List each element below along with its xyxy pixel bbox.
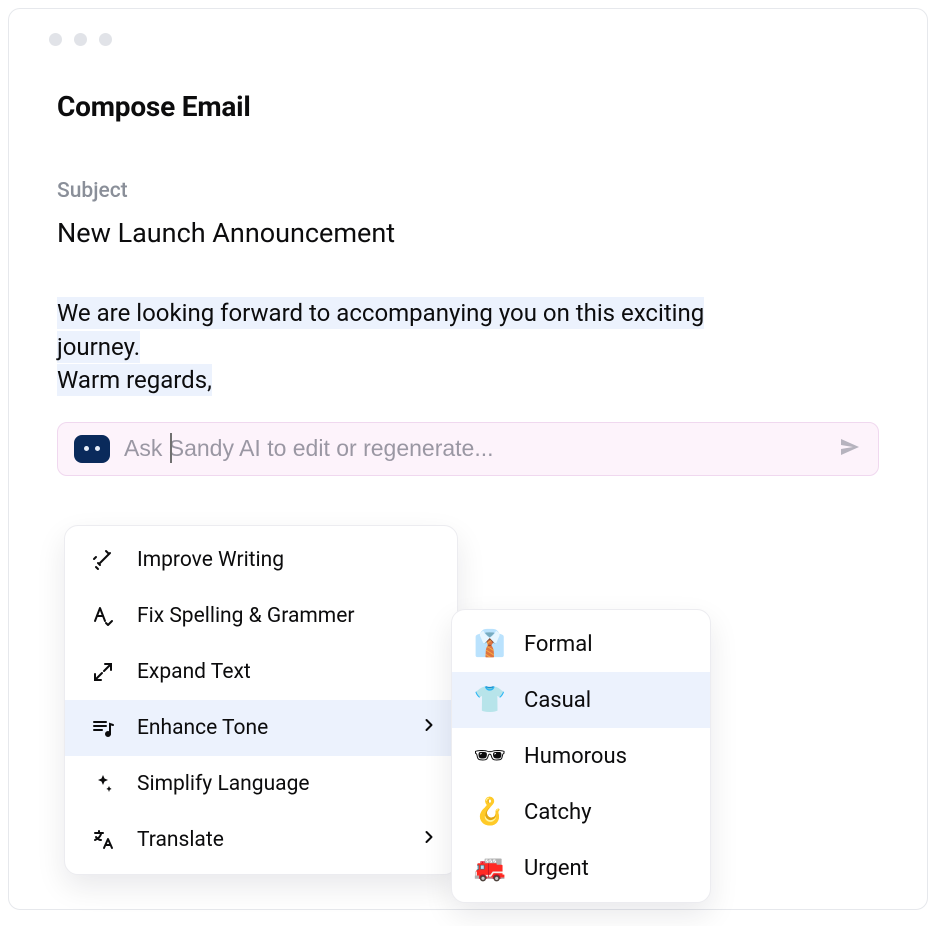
menu-item-simplify-language[interactable]: Simplify Language bbox=[65, 756, 457, 812]
compose-window: Compose Email Subject New Launch Announc… bbox=[8, 8, 928, 910]
window-minimize-dot[interactable] bbox=[74, 33, 87, 46]
tshirt-icon: 👕 bbox=[474, 684, 506, 716]
menu-label: Simplify Language bbox=[137, 772, 439, 796]
necktie-icon: 👔 bbox=[474, 628, 506, 660]
menu-label: Expand Text bbox=[137, 660, 439, 684]
page-title: Compose Email bbox=[57, 90, 879, 123]
ai-prompt-bar bbox=[57, 422, 879, 476]
send-icon[interactable] bbox=[838, 435, 862, 463]
hook-icon: 🪝 bbox=[474, 796, 506, 828]
translate-icon bbox=[89, 826, 117, 854]
ai-actions-menu: Improve Writing Fix Spelling & Grammer E… bbox=[64, 525, 458, 875]
chevron-right-icon bbox=[419, 827, 439, 853]
selected-text-line1: We are looking forward to accompanying y… bbox=[57, 297, 704, 329]
tone-option-humorous[interactable]: 🕶 Humorous bbox=[452, 728, 710, 784]
menu-item-enhance-tone[interactable]: Enhance Tone bbox=[65, 700, 457, 756]
tone-label: Humorous bbox=[524, 744, 627, 769]
sunglasses-icon: 🕶 bbox=[474, 740, 506, 772]
chevron-right-icon bbox=[419, 715, 439, 741]
expand-arrows-icon bbox=[89, 658, 117, 686]
menu-item-improve-writing[interactable]: Improve Writing bbox=[65, 532, 457, 588]
magic-wand-icon bbox=[89, 546, 117, 574]
subject-input[interactable]: New Launch Announcement bbox=[57, 217, 879, 249]
ai-avatar-icon bbox=[74, 435, 110, 463]
ai-prompt-input[interactable] bbox=[124, 435, 824, 462]
email-body[interactable]: We are looking forward to accompanying y… bbox=[57, 297, 879, 398]
menu-label: Improve Writing bbox=[137, 548, 439, 572]
menu-label: Translate bbox=[137, 828, 399, 852]
menu-label: Enhance Tone bbox=[137, 716, 399, 740]
tone-label: Casual bbox=[524, 688, 591, 713]
menu-item-expand-text[interactable]: Expand Text bbox=[65, 644, 457, 700]
spellcheck-icon bbox=[89, 602, 117, 630]
tone-option-catchy[interactable]: 🪝 Catchy bbox=[452, 784, 710, 840]
menu-label: Fix Spelling & Grammer bbox=[137, 604, 439, 628]
sparkles-icon bbox=[89, 770, 117, 798]
selected-text-line3: Warm regards, bbox=[57, 364, 212, 396]
tone-label: Formal bbox=[524, 632, 593, 657]
tone-label: Urgent bbox=[524, 856, 589, 881]
tone-notes-icon bbox=[89, 714, 117, 742]
menu-item-fix-spelling[interactable]: Fix Spelling & Grammer bbox=[65, 588, 457, 644]
subject-label: Subject bbox=[57, 179, 879, 203]
tone-option-urgent[interactable]: 🚒 Urgent bbox=[452, 840, 710, 896]
window-close-dot[interactable] bbox=[49, 33, 62, 46]
text-cursor bbox=[170, 433, 172, 463]
window-zoom-dot[interactable] bbox=[99, 33, 112, 46]
tone-option-formal[interactable]: 👔 Formal bbox=[452, 616, 710, 672]
tone-label: Catchy bbox=[524, 800, 592, 825]
selected-text-line2: journey. bbox=[57, 331, 140, 363]
menu-item-translate[interactable]: Translate bbox=[65, 812, 457, 868]
window-controls bbox=[9, 9, 927, 46]
tone-option-casual[interactable]: 👕 Casual bbox=[452, 672, 710, 728]
firetruck-icon: 🚒 bbox=[474, 852, 506, 884]
tone-submenu: 👔 Formal 👕 Casual 🕶 Humorous 🪝 Catchy 🚒 … bbox=[451, 609, 711, 903]
